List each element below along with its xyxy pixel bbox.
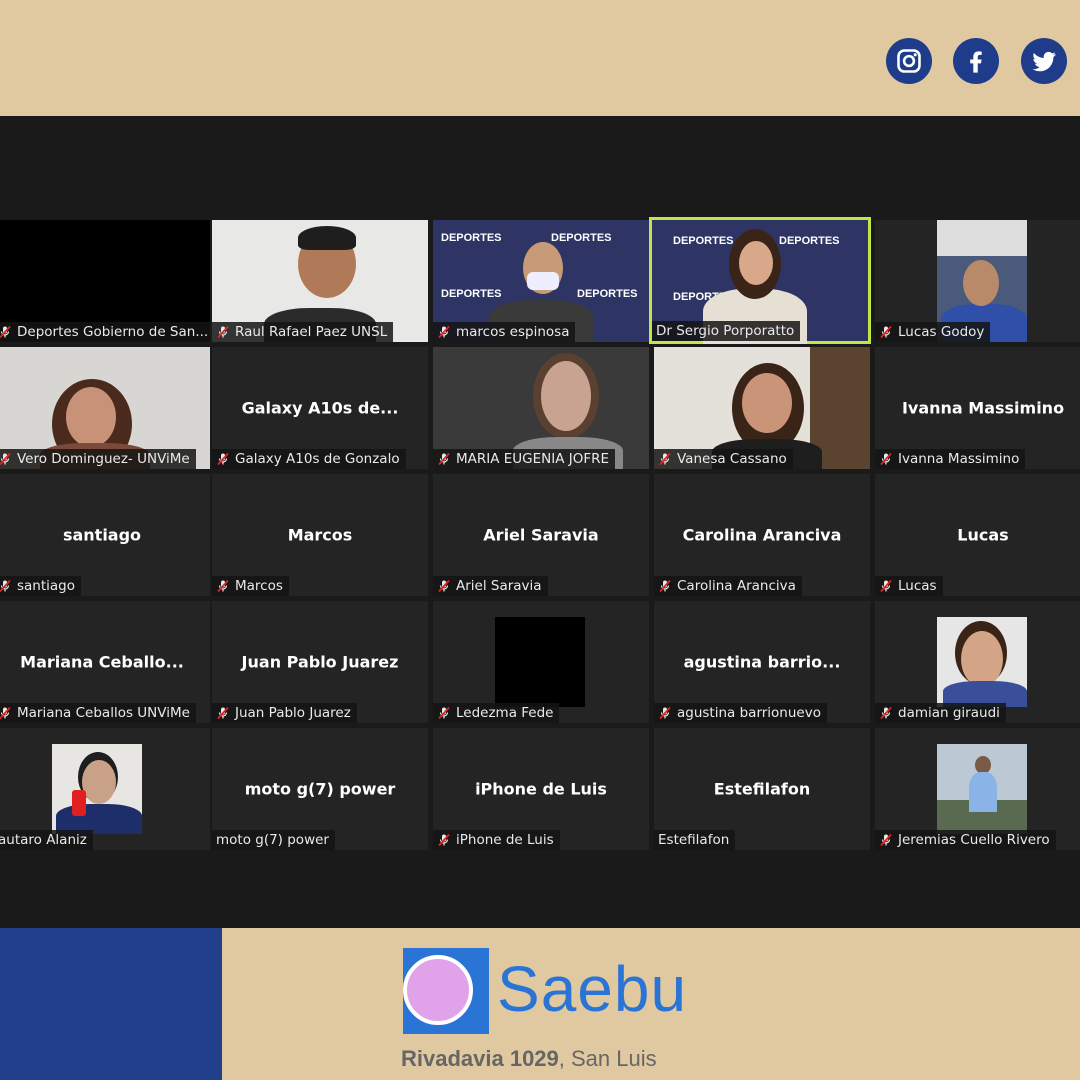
participant-name: Deportes Gobierno de San... [17,324,209,340]
participant-display-name: Mariana Ceballo... [20,652,184,672]
participant-display-name: Ariel Saravia [483,525,599,545]
participant-name: Carolina Aranciva [677,578,796,594]
video-feed [52,744,142,834]
muted-mic-icon [437,452,451,466]
participant-tile[interactable]: Lucas Lucas [875,474,1080,596]
participant-tile[interactable]: Juan Pablo Juarez Juan Pablo Juarez [212,601,428,723]
participant-name: autaro Alaniz [0,832,87,848]
participant-name: Mariana Ceballos UNViMe [17,705,190,721]
participant-tile[interactable]: iPhone de Luis iPhone de Luis [433,728,649,850]
participant-name: Vanesa Cassano [677,451,787,467]
participant-tile[interactable]: Galaxy A10s de... Galaxy A10s de Gonzalo [212,347,428,469]
participant-display-name: Juan Pablo Juarez [241,652,399,672]
participant-name: iPhone de Luis [456,832,554,848]
video-feed [937,617,1027,707]
participant-tile[interactable]: MARIA EUGENIA JOFRE [433,347,649,469]
participant-display-name: iPhone de Luis [475,779,607,799]
participant-tile[interactable]: Ivanna Massimino Ivanna Massimino [875,347,1080,469]
muted-mic-icon [437,579,451,593]
participant-display-name: agustina barrio... [683,652,841,672]
participant-tile-active-speaker[interactable]: DEPORTES DEPORTES DEPORTES Dr Sergio Por… [649,217,871,344]
participant-name: Galaxy A10s de Gonzalo [235,451,400,467]
muted-mic-icon [216,325,230,339]
participant-name: MARIA EUGENIA JOFRE [456,451,610,467]
participant-tile[interactable]: agustina barrio... agustina barrionuevo [654,601,870,723]
participant-name: Jeremias Cuello Rivero [898,832,1050,848]
participant-display-name: santiago [62,525,142,545]
participant-tile[interactable]: Carolina Aranciva Carolina Aranciva [654,474,870,596]
participant-tile[interactable]: Ariel Saravia Ariel Saravia [433,474,649,596]
participant-name: Lucas Godoy [898,324,985,340]
participant-display-name: Ivanna Massimino [901,398,1065,418]
participant-tile[interactable]: autaro Alaniz [0,728,210,850]
saebu-logo-icon [403,948,489,1034]
participant-tile[interactable]: DEPORTES DEPORTES DEPORTES DEPORTES marc… [433,220,649,342]
participant-name: marcos espinosa [456,324,570,340]
participant-name: santiago [17,578,76,594]
muted-mic-icon [216,706,230,720]
video-feed [495,617,585,707]
participant-display-name: Carolina Aranciva [682,525,842,545]
muted-mic-icon [216,452,230,466]
muted-mic-icon [879,833,893,847]
participant-tile[interactable]: Estefilafon Estefilafon [654,728,870,850]
muted-mic-icon [216,579,230,593]
participant-tile[interactable]: Vanesa Cassano [654,347,870,469]
participant-tile[interactable]: Mariana Ceballo... Mariana Ceballos UNVi… [0,601,210,723]
participant-name: agustina barrionuevo [677,705,821,721]
video-call-gallery: Deportes Gobierno de San... Raul Rafael … [0,116,1080,928]
participant-tile[interactable]: moto g(7) power moto g(7) power [212,728,428,850]
muted-mic-icon [658,452,672,466]
footer-accent-block [0,928,222,1080]
participant-tile[interactable]: Deportes Gobierno de San... [0,220,210,342]
participant-tile[interactable]: Jeremias Cuello Rivero [875,728,1080,850]
brand-name: Saebu [497,953,688,1025]
participant-tile[interactable]: damian giraudi [875,601,1080,723]
muted-mic-icon [437,706,451,720]
participant-name: Ledezma Fede [456,705,554,721]
participant-name: damian giraudi [898,705,1000,721]
twitter-icon[interactable] [1021,38,1067,84]
participant-tile[interactable]: Lucas Godoy [875,220,1080,342]
muted-mic-icon [0,706,12,720]
muted-mic-icon [0,325,12,339]
participant-tile[interactable]: Vero Dominguez- UNViMe [0,347,210,469]
muted-mic-icon [437,325,451,339]
top-banner [0,0,1080,116]
participant-tile[interactable]: santiago santiago [0,474,210,596]
muted-mic-icon [437,833,451,847]
participant-name: Juan Pablo Juarez [235,705,351,721]
muted-mic-icon [879,325,893,339]
participant-tile[interactable]: Marcos Marcos [212,474,428,596]
participant-name: Dr Sergio Porporatto [656,323,795,339]
participant-tile[interactable]: Raul Rafael Paez UNSL [212,220,428,342]
muted-mic-icon [879,452,893,466]
address: Rivadavia 1029, San Luis [401,1046,657,1071]
participant-name: Raul Rafael Paez UNSL [235,324,388,340]
muted-mic-icon [879,579,893,593]
participant-name: Ivanna Massimino [898,451,1020,467]
participant-name: Marcos [235,578,283,594]
muted-mic-icon [879,706,893,720]
muted-mic-icon [0,579,12,593]
video-feed [937,744,1027,834]
participant-display-name: Marcos [287,525,353,545]
facebook-icon[interactable] [953,38,999,84]
participant-tile[interactable]: Ledezma Fede [433,601,649,723]
instagram-icon[interactable] [886,38,932,84]
muted-mic-icon [0,452,12,466]
participant-name: moto g(7) power [216,832,329,848]
participant-name: Vero Dominguez- UNViMe [17,451,190,467]
muted-mic-icon [658,579,672,593]
participant-display-name: Lucas [957,525,1009,545]
participant-display-name: Galaxy A10s de... [241,398,399,418]
participant-display-name: Estefilafon [713,779,811,799]
participant-display-name: moto g(7) power [244,779,396,799]
muted-mic-icon [658,706,672,720]
participant-name: Estefilafon [658,832,730,848]
participant-name: Lucas [898,578,937,594]
participant-name: Ariel Saravia [456,578,542,594]
